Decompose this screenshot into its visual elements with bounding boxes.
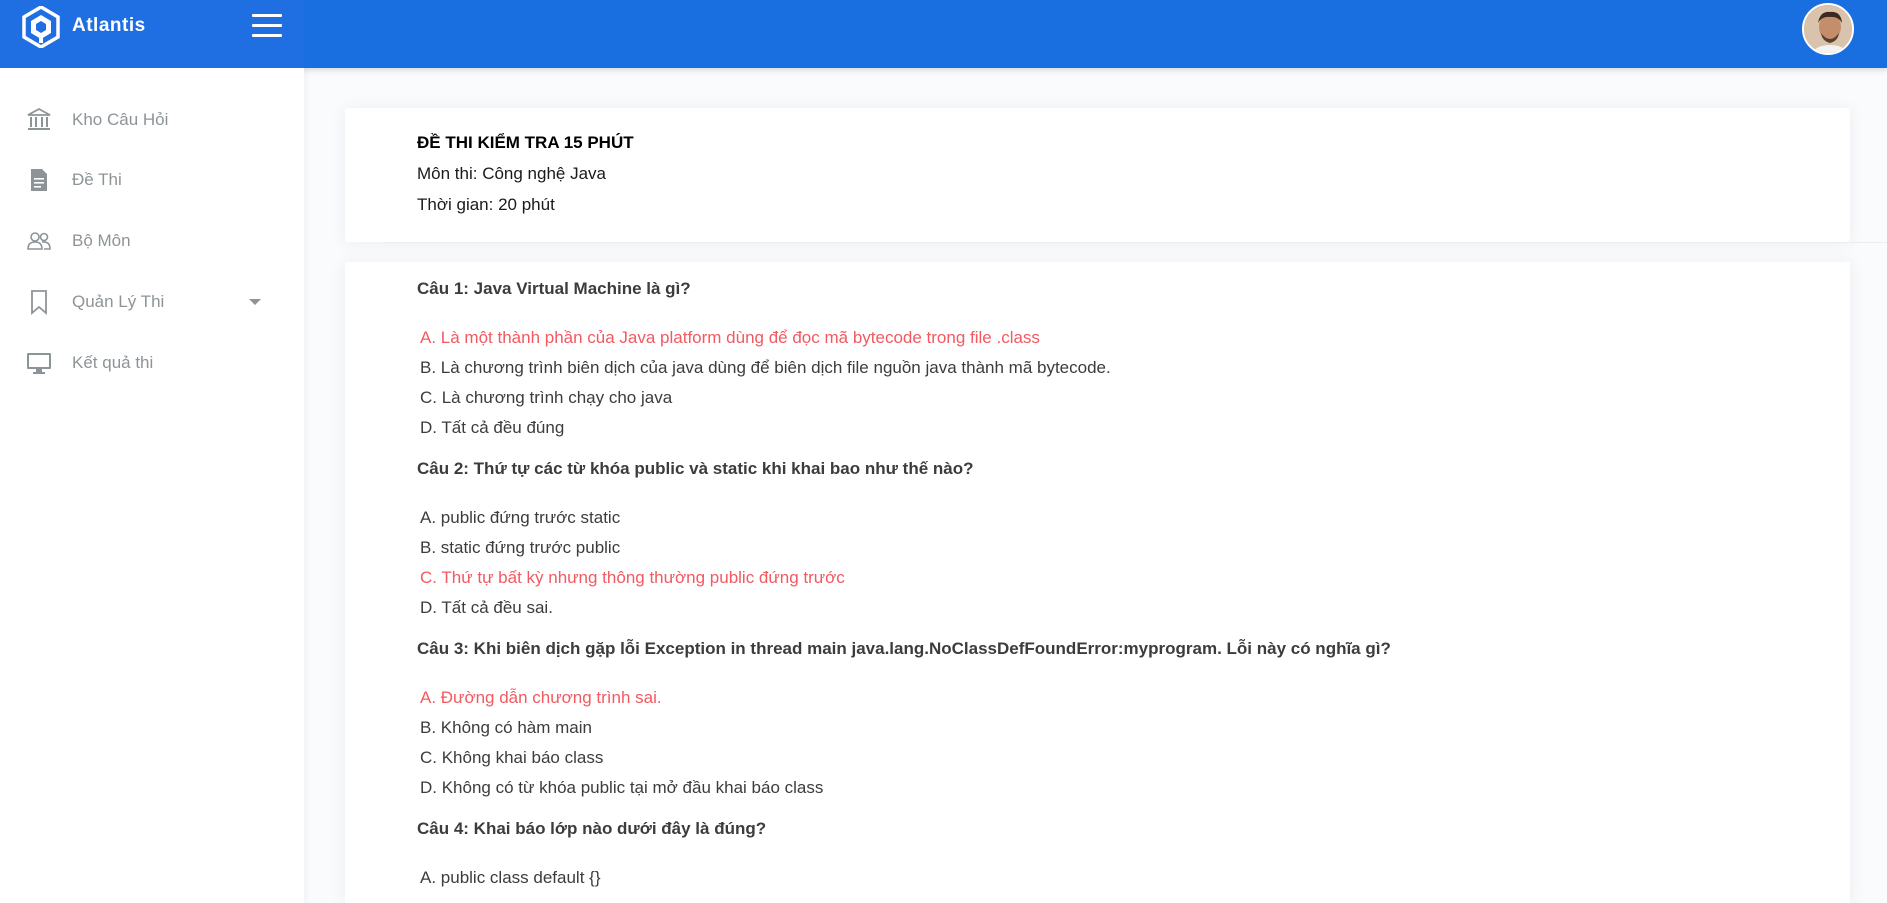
answer-option: D. Tất cả đều sai. bbox=[420, 598, 553, 617]
answer-option: C. Thứ tự bất kỳ nhưng thông thường publ… bbox=[420, 568, 845, 587]
answer-option: C. Là chương trình chạy cho java bbox=[420, 388, 673, 407]
exam-subject: Môn thi: Công nghệ Java bbox=[417, 164, 607, 183]
exam-title: ĐỀ THI KIỂM TRA 15 PHÚT bbox=[417, 133, 634, 152]
bookmark-icon bbox=[31, 290, 47, 315]
document-icon bbox=[31, 169, 47, 191]
question-title: Câu 3: Khi biên dịch gặp lỗi Exception i… bbox=[417, 639, 1391, 658]
user-avatar[interactable] bbox=[1802, 3, 1854, 55]
answer-option: A. Là một thành phần của Java platform d… bbox=[420, 328, 1040, 347]
answer-option: C. Không khai báo class bbox=[420, 748, 604, 767]
sidebar: Kho Câu Hỏi Đề Thi Bộ Môn Quản Lý Thi Kế… bbox=[0, 68, 304, 903]
monitor-icon bbox=[27, 353, 51, 374]
sidebar-item-quan-ly-thi[interactable]: Quản Lý Thi bbox=[0, 280, 304, 324]
atlantis-logo-icon[interactable] bbox=[22, 6, 60, 48]
answer-option: D. Tất cả đều đúng bbox=[420, 418, 565, 437]
sidebar-item-label: Quản Lý Thi bbox=[72, 292, 165, 311]
sidebar-item-label: Bộ Môn bbox=[72, 231, 131, 250]
sidebar-item-label: Kết quả thi bbox=[72, 353, 154, 372]
hamburger-icon[interactable] bbox=[252, 14, 282, 40]
question-title: Câu 4: Khai báo lớp nào dưới đây là đúng… bbox=[417, 819, 767, 838]
sidebar-item-label: Kho Câu Hỏi bbox=[72, 110, 169, 129]
question-title: Câu 1: Java Virtual Machine là gì? bbox=[417, 279, 691, 298]
bank-icon bbox=[27, 107, 51, 130]
sidebar-item-bo-mon[interactable]: Bộ Môn bbox=[0, 219, 304, 263]
sidebar-item-de-thi[interactable]: Đề Thi bbox=[0, 158, 304, 202]
chevron-down-icon[interactable] bbox=[249, 299, 261, 305]
exam-duration: Thời gian: 20 phút bbox=[417, 195, 555, 214]
answer-option: A. Đường dẫn chương trình sai. bbox=[420, 688, 662, 707]
brand-name[interactable]: Atlantis bbox=[72, 15, 146, 37]
sidebar-item-ket-qua-thi[interactable]: Kết quả thi bbox=[0, 341, 304, 385]
logo-header: Atlantis bbox=[0, 0, 304, 68]
answer-option: B. Là chương trình biên dịch của java dù… bbox=[420, 358, 1111, 377]
answer-option: B. Không có hàm main bbox=[420, 718, 592, 737]
divider bbox=[385, 242, 1887, 243]
avatar-image bbox=[1804, 5, 1852, 53]
answer-option: D. Không có từ khóa public tại mở đầu kh… bbox=[420, 778, 824, 797]
sidebar-item-label: Đề Thi bbox=[72, 170, 122, 189]
question-title: Câu 2: Thứ tự các từ khóa public và stat… bbox=[417, 459, 974, 478]
sidebar-item-kho-cau-hoi[interactable]: Kho Câu Hỏi bbox=[0, 98, 304, 142]
answer-option: A. public đứng trước static bbox=[420, 508, 621, 527]
users-icon bbox=[27, 232, 51, 250]
answer-option: A. public class default {} bbox=[420, 868, 601, 887]
answer-option: B. static đứng trước public bbox=[420, 538, 621, 557]
top-navbar: Atlantis bbox=[0, 0, 1887, 68]
